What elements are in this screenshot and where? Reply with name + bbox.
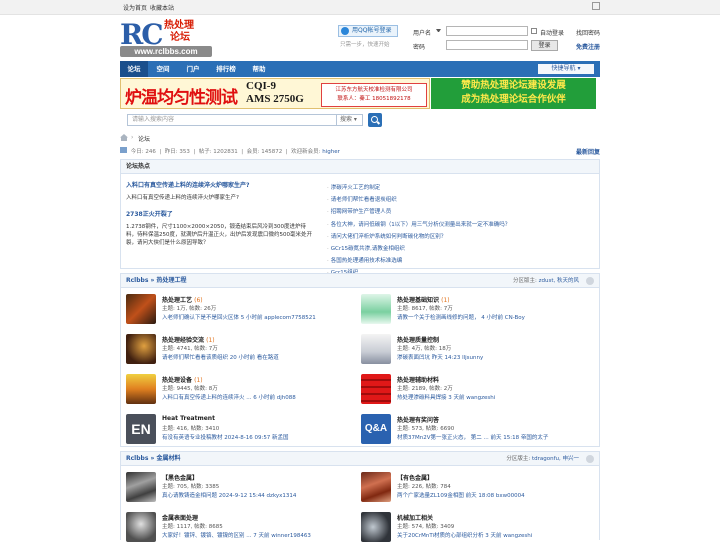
bookmark-link[interactable]: 收藏本站 [150, 3, 174, 12]
ad-banner-furnace[interactable]: 炉温均匀性测试 CQI-9 AMS 2750G 江苏东方航天校准检测有限公司 联系人… [120, 78, 430, 109]
forum-item[interactable]: 【有色金属】 主题: 226, 帖数: 784 两个广家选量ZL109金相图 前… [361, 472, 591, 508]
auto-login-checkbox[interactable] [531, 28, 537, 34]
nav-ranking[interactable]: 排行榜 [208, 61, 244, 77]
forum-icon [361, 472, 391, 502]
moderator-links[interactable]: zdust, 秋天的风 [539, 278, 579, 284]
expand-icon[interactable] [592, 2, 600, 10]
qq-icon [341, 27, 349, 35]
nav-forum[interactable]: 论坛 [120, 61, 148, 77]
nav-help[interactable]: 帮助 [244, 61, 274, 77]
hot-topic-link[interactable]: GCr15碳氮共渗,请教金相组织 [327, 243, 597, 255]
latest-reply-link[interactable]: 最新回复 [576, 147, 600, 156]
sponsor-line-1: 赞助热处理论坛建设发展 [461, 80, 566, 91]
logo-cn-text: 热处理 论坛 [164, 20, 194, 43]
username-input[interactable] [446, 26, 528, 36]
hot-topic-link[interactable]: 各位大神，请问低碳钢（1以下）用三气分析仪测量出来就一定不准确吗？ [327, 219, 597, 231]
hot-featured-body: 1.2738钢件，尺寸1100×2000×2050，锻造结束后风冷到300度进炉… [126, 224, 312, 246]
home-icon[interactable] [120, 134, 128, 141]
forum-stats: 今日: 246 | 昨日: 353 | 帖子: 1202831 | 会员: 14… [120, 147, 600, 155]
banner-company: 江苏东方航天校准检测有限公司 联系人：秦工 18051892178 [321, 83, 427, 107]
password-label: 密码 [413, 44, 426, 51]
login-button[interactable]: 登录 [531, 40, 558, 51]
logo-url: www.rclbbs.com [120, 46, 212, 57]
hot-topic-link[interactable]: 招聘网带炉生产管理人员 [327, 206, 597, 218]
search-input[interactable]: 请输入搜索内容 [127, 114, 337, 126]
nav-space[interactable]: 空间 [148, 61, 178, 77]
hot-topic-list: 渗碳淬火工艺的制定 请老师们帮忙看看退炭组织 招聘网带炉生产管理人员 各位大神，… [327, 182, 597, 280]
forum-icon [361, 334, 391, 364]
section-title[interactable]: Rclbbs » 热处理工程 [126, 277, 186, 284]
newest-member-link[interactable]: higher [322, 149, 340, 155]
hot-featured-title[interactable]: 2738正火开裂了 [126, 211, 316, 219]
hot-featured-title[interactable]: 入料口有真空传递上料的连续淬火炉哪家生产? [126, 182, 316, 190]
forum-item[interactable]: 金属表面处理 主题: 1117, 帖数: 8685 大家好！镀锌、镀铬、镀镍的区… [126, 512, 356, 548]
qa-icon: Q&A [361, 414, 391, 444]
forum-item[interactable]: Q&A 热处理有奖问答 主题: 573, 帖数: 6690 材质37Mn2V第一… [361, 414, 591, 450]
forum-item[interactable]: 热处理辅助材料 主题: 2189, 帖数: 2万 热处理渗碳料具焊接 3 天前 … [361, 374, 591, 410]
hot-topic-link[interactable]: 渗碳淬火工艺的制定 [327, 182, 597, 194]
forum-icon [126, 334, 156, 364]
forum-icon [361, 512, 391, 542]
section-title[interactable]: Rclbbs » 金属材料 [126, 455, 180, 462]
site-logo[interactable]: RC 热处理 论坛 www.rclbbs.com [120, 18, 212, 58]
forum-item[interactable]: 热处理质量控制 主题: 4万, 帖数: 18万 渗碳表面凹坑 昨天 14:23 … [361, 334, 591, 370]
forum-icon [126, 512, 156, 542]
search-type-select[interactable]: 搜索 ▾ [337, 114, 363, 126]
breadcrumb-current[interactable]: 论坛 [138, 134, 150, 143]
top-bar: 设为首页 收藏本站 [0, 0, 720, 15]
password-input[interactable] [446, 40, 528, 50]
hot-topics-title: 论坛热点 [121, 160, 599, 174]
hot-topic-link[interactable]: 各国热处理通用技术标准选编 [327, 255, 597, 267]
banner-headline: 炉温均匀性测试 [125, 88, 238, 108]
forum-icon [126, 374, 156, 404]
hot-featured: 入料口有真空传递上料的连续淬火炉哪家生产? 入料口有真空传递上料的连续淬火炉哪家… [126, 182, 316, 247]
qq-login-hint: 只需一步，快速开始 [340, 42, 390, 48]
hot-featured-body: 入料口有真空传递上料的连续淬火炉哪家生产? [126, 195, 239, 201]
search-button[interactable] [368, 113, 382, 127]
section-heat-treatment: Rclbbs » 热处理工程 分区版主: zdust, 秋天的风 热处理工艺 (… [120, 273, 600, 447]
nav-portal[interactable]: 门户 [178, 61, 208, 77]
hot-topics-box: 论坛热点 入料口有真空传递上料的连续淬火炉哪家生产? 入料口有真空传递上料的连续… [120, 159, 600, 276]
section-header: Rclbbs » 热处理工程 分区版主: zdust, 秋天的风 [121, 274, 599, 288]
set-home-link[interactable]: 设为首页 [123, 3, 147, 12]
forum-item[interactable]: 热处理工艺 (6) 主题: 1万, 帖数: 26万 入老师们确认下是不是回火区体… [126, 294, 356, 330]
moderator-links[interactable]: tdragonfu, 申兴一 [532, 456, 579, 462]
en-icon: EN [126, 414, 156, 444]
collapse-icon[interactable] [586, 277, 594, 285]
forum-item[interactable]: EN Heat Treatment 主题: 416, 帖数: 3410 有没有英… [126, 414, 356, 450]
section-metal-materials: Rclbbs » 金属材料 分区版主: tdragonfu, 申兴一 【黑色金属… [120, 451, 600, 542]
stats-chart-icon [120, 147, 127, 153]
forum-icon [126, 472, 156, 502]
forum-item[interactable]: 热处理经验交流 (1) 主题: 4741, 帖数: 7万 请老师们帮忙看看该质组… [126, 334, 356, 370]
collapse-icon[interactable] [586, 455, 594, 463]
sponsor-line-2: 成为热处理论坛合作伙伴 [461, 94, 566, 105]
forum-item[interactable]: 热处理基础知识 (1) 主题: 8617, 帖数: 7万 请教一个关于检测画线修… [361, 294, 591, 330]
auto-login-label: 自动登录 [540, 30, 565, 37]
hot-topic-link[interactable]: 请老师们帮忙看看退炭组织 [327, 194, 597, 206]
chevron-down-icon[interactable] [436, 29, 441, 32]
forum-item[interactable]: 机械加工相关 主题: 574, 帖数: 3409 关于20CrMnTi材质的心部… [361, 512, 591, 548]
qq-login-button[interactable]: 用QQ帐号登录 [338, 25, 398, 37]
hot-topic-link[interactable]: 请问大佬们淬析炉系统如何判断碳化物的区别？ [327, 231, 597, 243]
forgot-password-link[interactable]: 找回密码 [576, 28, 600, 37]
breadcrumb-separator: › [131, 134, 134, 141]
forum-item[interactable]: 【黑色金属】 主题: 705, 帖数: 3385 真心请教铸造金相问题 2024… [126, 472, 356, 508]
main-nav: 论坛 空间 门户 排行榜 帮助 快捷导航 ▾ [120, 61, 600, 77]
quick-nav-button[interactable]: 快捷导航 ▾ [538, 64, 594, 74]
ad-banner-sponsor[interactable]: 赞助热处理论坛建设发展 成为热处理论坛合作伙伴 [431, 78, 596, 109]
forum-item[interactable]: 热处理设备 (1) 主题: 9445, 帖数: 8万 入料口有真空传递上料的连续… [126, 374, 356, 410]
forum-icon [361, 294, 391, 324]
register-link[interactable]: 免费注册 [576, 42, 600, 51]
banner-models: CQI-9 AMS 2750G [246, 80, 304, 105]
username-label: 用户名 [413, 30, 432, 37]
section-header: Rclbbs » 金属材料 分区版主: tdragonfu, 申兴一 [121, 452, 599, 466]
forum-icon [126, 294, 156, 324]
forum-icon [361, 374, 391, 404]
